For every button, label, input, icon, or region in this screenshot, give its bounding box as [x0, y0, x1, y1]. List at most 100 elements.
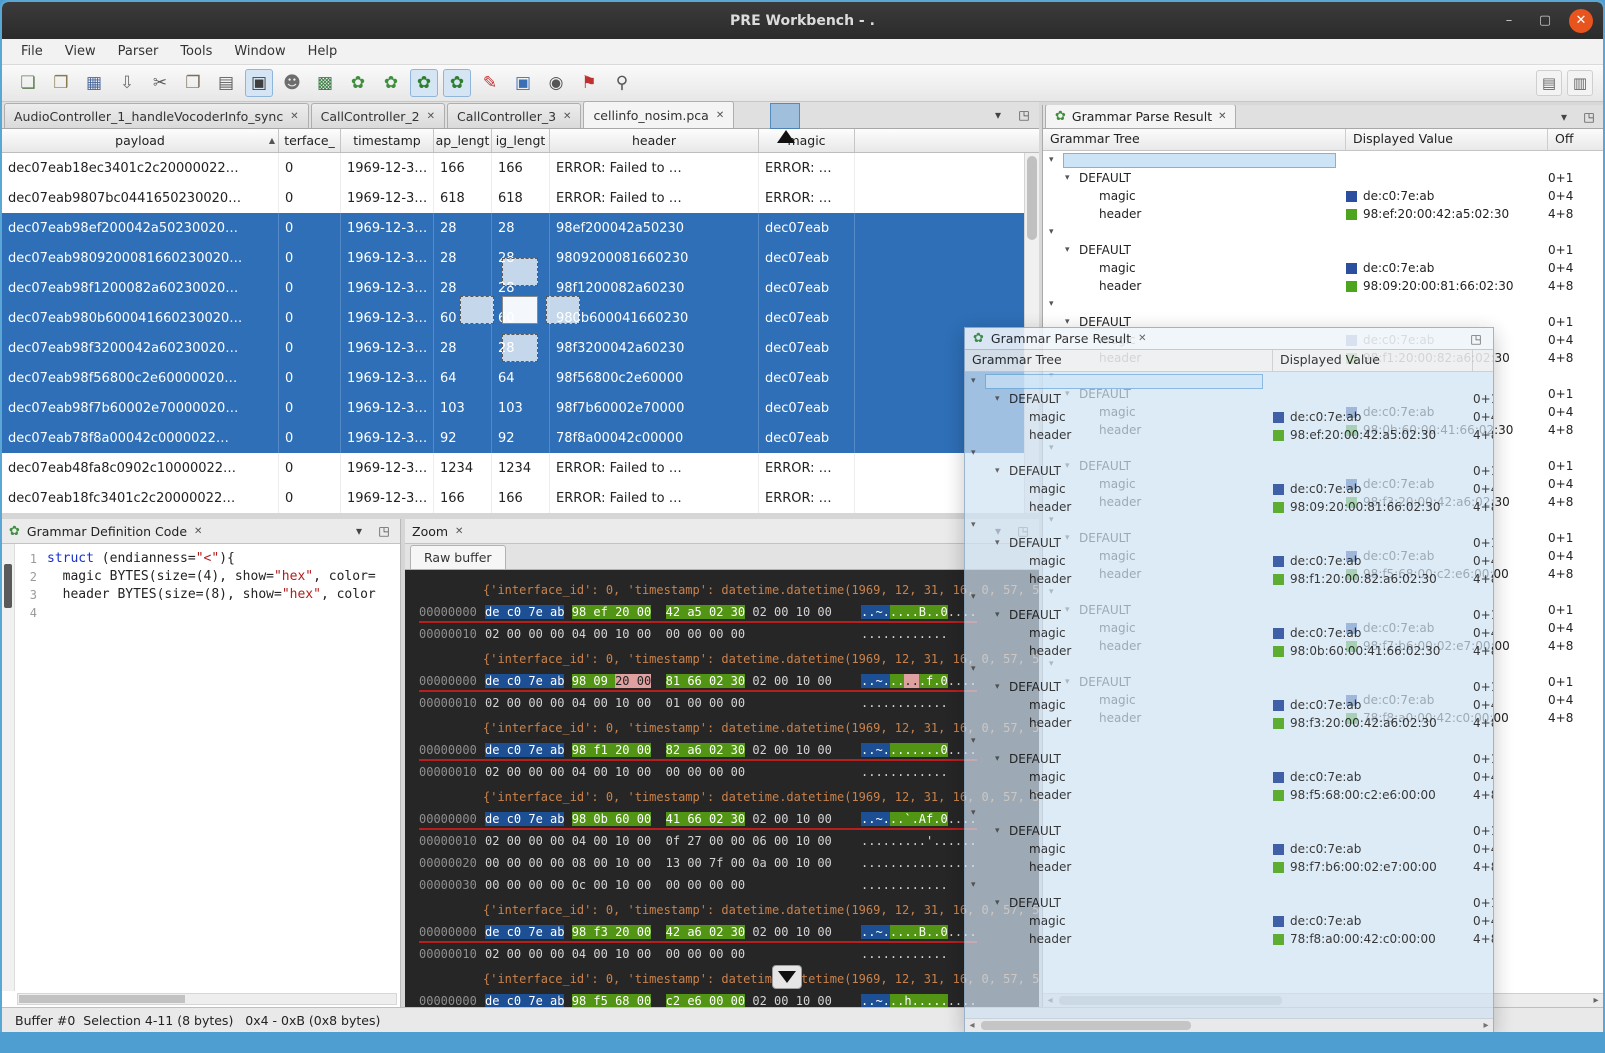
tree-row-header[interactable]: header98:09:20:00:81:66:02:304+8	[1043, 277, 1603, 295]
expand-icon[interactable]: ▾	[1049, 151, 1063, 169]
tree-row-root[interactable]: ▾	[965, 444, 1493, 462]
tree-row-header[interactable]: header98:f3:20:00:42:a6:02:304+8	[965, 714, 1493, 732]
code-line[interactable]: 3 header BYTES(size=(8), show="hex", col…	[17, 586, 400, 604]
tree-row-magic[interactable]: magicde:c0:7e:ab0+4	[965, 624, 1493, 642]
tab-close-icon[interactable]: ✕	[716, 110, 724, 121]
tree-row-root[interactable]: ▾	[965, 804, 1493, 822]
print-icon[interactable]: ▤	[212, 69, 240, 97]
scroll-left-icon[interactable]: ◂	[965, 1020, 979, 1031]
floating-parse-result-window[interactable]: ✿ Grammar Parse Result ✕ ◳ Grammar TreeD…	[964, 327, 1494, 1032]
column-header-grammar-tree[interactable]: Grammar Tree	[965, 350, 1273, 371]
tab-list-icon[interactable]: ▾	[1555, 108, 1573, 126]
tab-callcontroller_3[interactable]: CallController_3✕	[447, 103, 581, 128]
tab-audiocontroller_1_handlevocoderinfo_sync[interactable]: AudioController_1_handleVocoderInfo_sync…	[4, 103, 309, 128]
column-header-cap[interactable]: ap_lengt	[434, 129, 492, 152]
titlebar[interactable]: PRE Workbench - . – ▢ ✕	[2, 2, 1603, 39]
tree-row-struct[interactable]: ▾DEFAULT0+1	[965, 822, 1493, 840]
hex-line[interactable]: 0000001002 00 00 00 04 00 10 00 00 00 00…	[419, 943, 948, 965]
tree-row-struct[interactable]: ▾DEFAULT0+1	[1043, 241, 1603, 259]
tree-row-root[interactable]: ▾	[965, 876, 1493, 894]
tree-row-header[interactable]: header98:0b:60:00:41:66:02:304+8	[965, 642, 1493, 660]
tree-row-header[interactable]: header78:f8:a0:00:42:c0:00:004+8	[965, 930, 1493, 948]
tab-grammar-parse-result[interactable]: ✿ Grammar Parse Result ✕	[1045, 105, 1236, 128]
tree-row-header[interactable]: header98:09:20:00:81:66:02:304+8	[965, 498, 1493, 516]
tree-row-magic[interactable]: magicde:c0:7e:ab0+4	[965, 480, 1493, 498]
menu-help[interactable]: Help	[297, 41, 349, 62]
expand-icon[interactable]: ▾	[995, 678, 1009, 696]
export-icon[interactable]: ⇩	[113, 69, 141, 97]
tree-row-magic[interactable]: magicde:c0:7e:ab0+4	[1043, 187, 1603, 205]
tree-row-header[interactable]: header98:f1:20:00:82:a6:02:304+8	[965, 570, 1493, 588]
floating-window-titlebar[interactable]: ✿ Grammar Parse Result ✕ ◳	[965, 328, 1493, 350]
plugin-a-icon[interactable]: ✿	[344, 69, 372, 97]
close-button[interactable]: ✕	[1569, 9, 1593, 33]
open-file-icon[interactable]: ❒	[47, 69, 75, 97]
menu-tools[interactable]: Tools	[169, 41, 223, 62]
packet-row[interactable]: dec07eab18fc3401c2c20000022…01969-12-3…1…	[2, 483, 1039, 513]
cut-icon[interactable]: ✂	[146, 69, 174, 97]
expand-icon[interactable]: ▾	[971, 732, 985, 750]
tree-row-header[interactable]: header98:ef:20:00:42:a5:02:304+8	[965, 426, 1493, 444]
tree-row-magic[interactable]: magicde:c0:7e:ab0+4	[965, 696, 1493, 714]
code-line[interactable]: 1struct (endianness="<"){	[17, 550, 400, 568]
expand-icon[interactable]: ▾	[1065, 241, 1079, 259]
expand-icon[interactable]: ▾	[1049, 295, 1063, 313]
tree-row-header[interactable]: header98:f5:68:00:c2:e6:00:004+8	[965, 786, 1493, 804]
hex-line[interactable]: 0000003000 00 00 00 0c 00 10 00 00 00 00…	[419, 874, 948, 896]
hex-line[interactable]: 0000001002 00 00 00 04 00 10 00 00 00 00…	[419, 623, 948, 645]
tree-row-struct[interactable]: ▾DEFAULT0+1	[1043, 169, 1603, 187]
panel-blue-icon[interactable]: ▣	[509, 69, 537, 97]
hex-line[interactable]: 00000000de c0 7e ab 98 09 20 00 81 66 02…	[419, 670, 977, 692]
expand-icon[interactable]: ▾	[995, 606, 1009, 624]
packet-row[interactable]: dec07eab78f8a00042c0000022…01969-12-3…92…	[2, 423, 1039, 453]
tree-row-root[interactable]: ▾	[1043, 223, 1603, 241]
tree-row-magic[interactable]: magicde:c0:7e:ab0+4	[965, 840, 1493, 858]
hex-line[interactable]: 00000000de c0 7e ab 98 0b 60 00 41 66 02…	[419, 808, 977, 830]
packet-row[interactable]: dec07eab98f7b60002e70000020…01969-12-3…1…	[2, 393, 1039, 423]
search-icon[interactable]: ⚲	[608, 69, 636, 97]
hex-line[interactable]: 00000000de c0 7e ab 98 f3 20 00 42 a6 02…	[419, 921, 977, 943]
expand-icon[interactable]: ▾	[1065, 169, 1079, 187]
scroll-track[interactable]	[979, 1019, 1479, 1032]
tab-list-icon[interactable]: ▾	[989, 106, 1007, 124]
column-header-displayed-value[interactable]: Displayed Value	[1346, 129, 1548, 150]
save-icon[interactable]: ▦	[80, 69, 108, 97]
tree-row-magic[interactable]: magicde:c0:7e:ab0+4	[965, 552, 1493, 570]
expand-icon[interactable]: ▾	[971, 660, 985, 678]
tree-row-struct[interactable]: ▾DEFAULT0+1	[965, 462, 1493, 480]
tree-row-root[interactable]: ▾	[965, 588, 1493, 606]
tab-raw-buffer[interactable]: Raw buffer	[410, 545, 506, 569]
tree-row-struct[interactable]: ▾DEFAULT0+1	[965, 678, 1493, 696]
layout-right-icon[interactable]: ▥	[1567, 70, 1593, 96]
minimize-button[interactable]: –	[1497, 9, 1521, 33]
column-header-header[interactable]: header	[550, 129, 759, 152]
menu-file[interactable]: File	[10, 41, 54, 62]
detach-icon[interactable]: ◳	[1467, 330, 1485, 348]
floating-hscrollbar[interactable]: ◂ ▸	[965, 1018, 1493, 1032]
run-user-icon[interactable]: ☻	[278, 69, 306, 97]
plugin-b-icon[interactable]: ✿	[377, 69, 405, 97]
hex-line[interactable]: 0000002000 00 00 00 08 00 10 00 13 00 7f…	[419, 852, 977, 874]
packet-row[interactable]: dec07eab9807bc0441650230020…01969-12-3…6…	[2, 183, 1039, 213]
column-header-magic[interactable]: magic	[759, 129, 855, 152]
expand-icon[interactable]: ▾	[971, 876, 985, 894]
marker-pen-icon[interactable]: ✎	[476, 69, 504, 97]
expand-icon[interactable]: ▾	[995, 822, 1009, 840]
scrollbar-thumb[interactable]	[4, 564, 12, 608]
expand-icon[interactable]: ▾	[971, 804, 985, 822]
tab-cellinfo_nosim.pca[interactable]: cellinfo_nosim.pca✕	[583, 101, 734, 128]
tree-row-struct[interactable]: ▾DEFAULT0+1	[965, 750, 1493, 768]
close-panel-icon[interactable]: ✕	[194, 526, 202, 537]
tree-row-root[interactable]: ▾	[1043, 295, 1603, 313]
column-header-orig[interactable]: ig_lengt	[492, 129, 550, 152]
tree-row-struct[interactable]: ▾DEFAULT0+1	[965, 390, 1493, 408]
tree-row-struct[interactable]: ▾DEFAULT0+1	[965, 894, 1493, 912]
menu-parser[interactable]: Parser	[107, 41, 170, 62]
expand-icon[interactable]: ▾	[971, 516, 985, 534]
tree-row-root[interactable]: ▾	[965, 372, 1493, 390]
tree-row-root[interactable]: ▾	[1043, 151, 1603, 169]
code-line[interactable]: 4	[17, 604, 400, 622]
hex-line[interactable]: 0000001002 00 00 00 04 00 10 00 01 00 00…	[419, 692, 948, 714]
menu-view[interactable]: View	[54, 41, 107, 62]
tree-row-root[interactable]: ▾	[965, 732, 1493, 750]
